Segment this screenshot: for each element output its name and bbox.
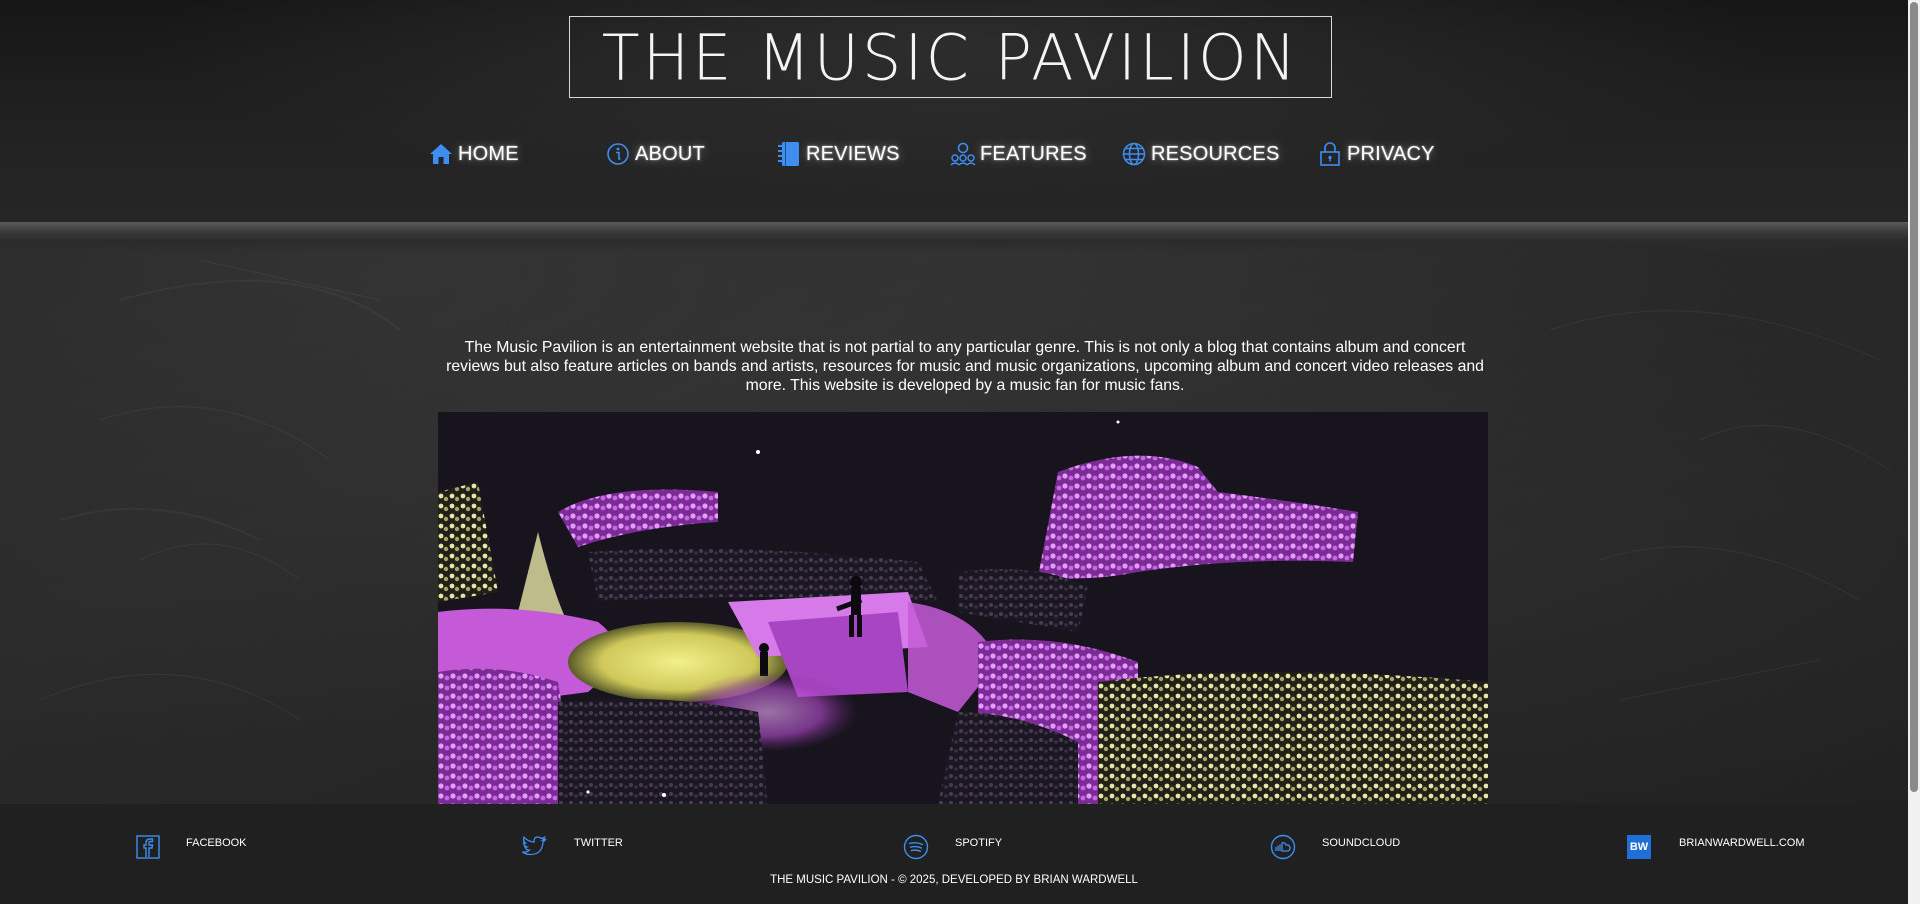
- nav-label-resources: RESOURCES: [1151, 142, 1280, 165]
- social-label-twitter: TWITTER: [574, 837, 623, 849]
- social-link-brianwardwell[interactable]: BW BRIANWARDWELL.COM: [1627, 832, 1805, 862]
- hero-concert-image: [438, 412, 1488, 804]
- social-label-soundcloud: SOUNDCLOUD: [1322, 837, 1401, 849]
- social-link-soundcloud[interactable]: SOUNDCLOUD: [1270, 832, 1400, 862]
- bw-logo-icon: BW: [1627, 835, 1651, 859]
- main-nav: HOME ABOUT REVIEWS FEATURES RESOURCES PR…: [0, 134, 1908, 174]
- lock-icon: [1317, 141, 1343, 167]
- social-link-spotify[interactable]: SPOTIFY: [903, 832, 1002, 862]
- info-icon: [605, 141, 631, 167]
- copyright-text: THE MUSIC PAVILION - © 2025, DEVELOPED B…: [770, 874, 1138, 886]
- site-footer: FACEBOOK TWITTER SPOTIFY SOUNDCLOUD BW B…: [0, 804, 1908, 904]
- intro-paragraph: The Music Pavilion is an entertainment w…: [446, 339, 1484, 394]
- spotify-icon: [903, 834, 929, 860]
- soundcloud-icon: [1270, 834, 1296, 860]
- social-label-facebook: FACEBOOK: [186, 837, 247, 849]
- nav-item-about[interactable]: ABOUT: [605, 134, 705, 174]
- nav-label-about: ABOUT: [635, 142, 705, 165]
- scrollbar-thumb[interactable]: [1910, 2, 1918, 792]
- nav-item-home[interactable]: HOME: [428, 134, 519, 174]
- header-divider: [0, 222, 1908, 252]
- nav-item-reviews[interactable]: REVIEWS: [776, 134, 900, 174]
- social-link-twitter[interactable]: TWITTER: [522, 832, 623, 862]
- nav-item-features[interactable]: FEATURES: [950, 134, 1087, 174]
- site-header: THE MUSIC PAVILION HOME ABOUT REVIEWS FE…: [0, 0, 1908, 222]
- nav-label-privacy: PRIVACY: [1347, 142, 1435, 165]
- concert-crowd-illustration: [438, 412, 1488, 804]
- nav-label-reviews: REVIEWS: [806, 142, 900, 165]
- page-scrollbar[interactable]: [1908, 0, 1920, 904]
- nav-item-privacy[interactable]: PRIVACY: [1317, 134, 1435, 174]
- social-link-facebook[interactable]: FACEBOOK: [136, 832, 247, 862]
- globe-icon: [1121, 141, 1147, 167]
- nav-label-home: HOME: [458, 142, 519, 165]
- site-logo-text: THE MUSIC PAVILION: [601, 19, 1300, 95]
- social-label-spotify: SPOTIFY: [955, 837, 1003, 849]
- twitter-icon: [522, 836, 548, 858]
- facebook-icon: [136, 835, 160, 859]
- nav-label-features: FEATURES: [980, 142, 1087, 165]
- social-label-brianwardwell: BRIANWARDWELL.COM: [1679, 837, 1805, 849]
- home-icon: [428, 141, 454, 167]
- people-icon: [950, 141, 976, 167]
- notebook-icon: [776, 141, 802, 167]
- site-logo[interactable]: THE MUSIC PAVILION: [569, 16, 1332, 98]
- main-content: The Music Pavilion is an entertainment w…: [0, 252, 1908, 804]
- nav-item-resources[interactable]: RESOURCES: [1121, 134, 1280, 174]
